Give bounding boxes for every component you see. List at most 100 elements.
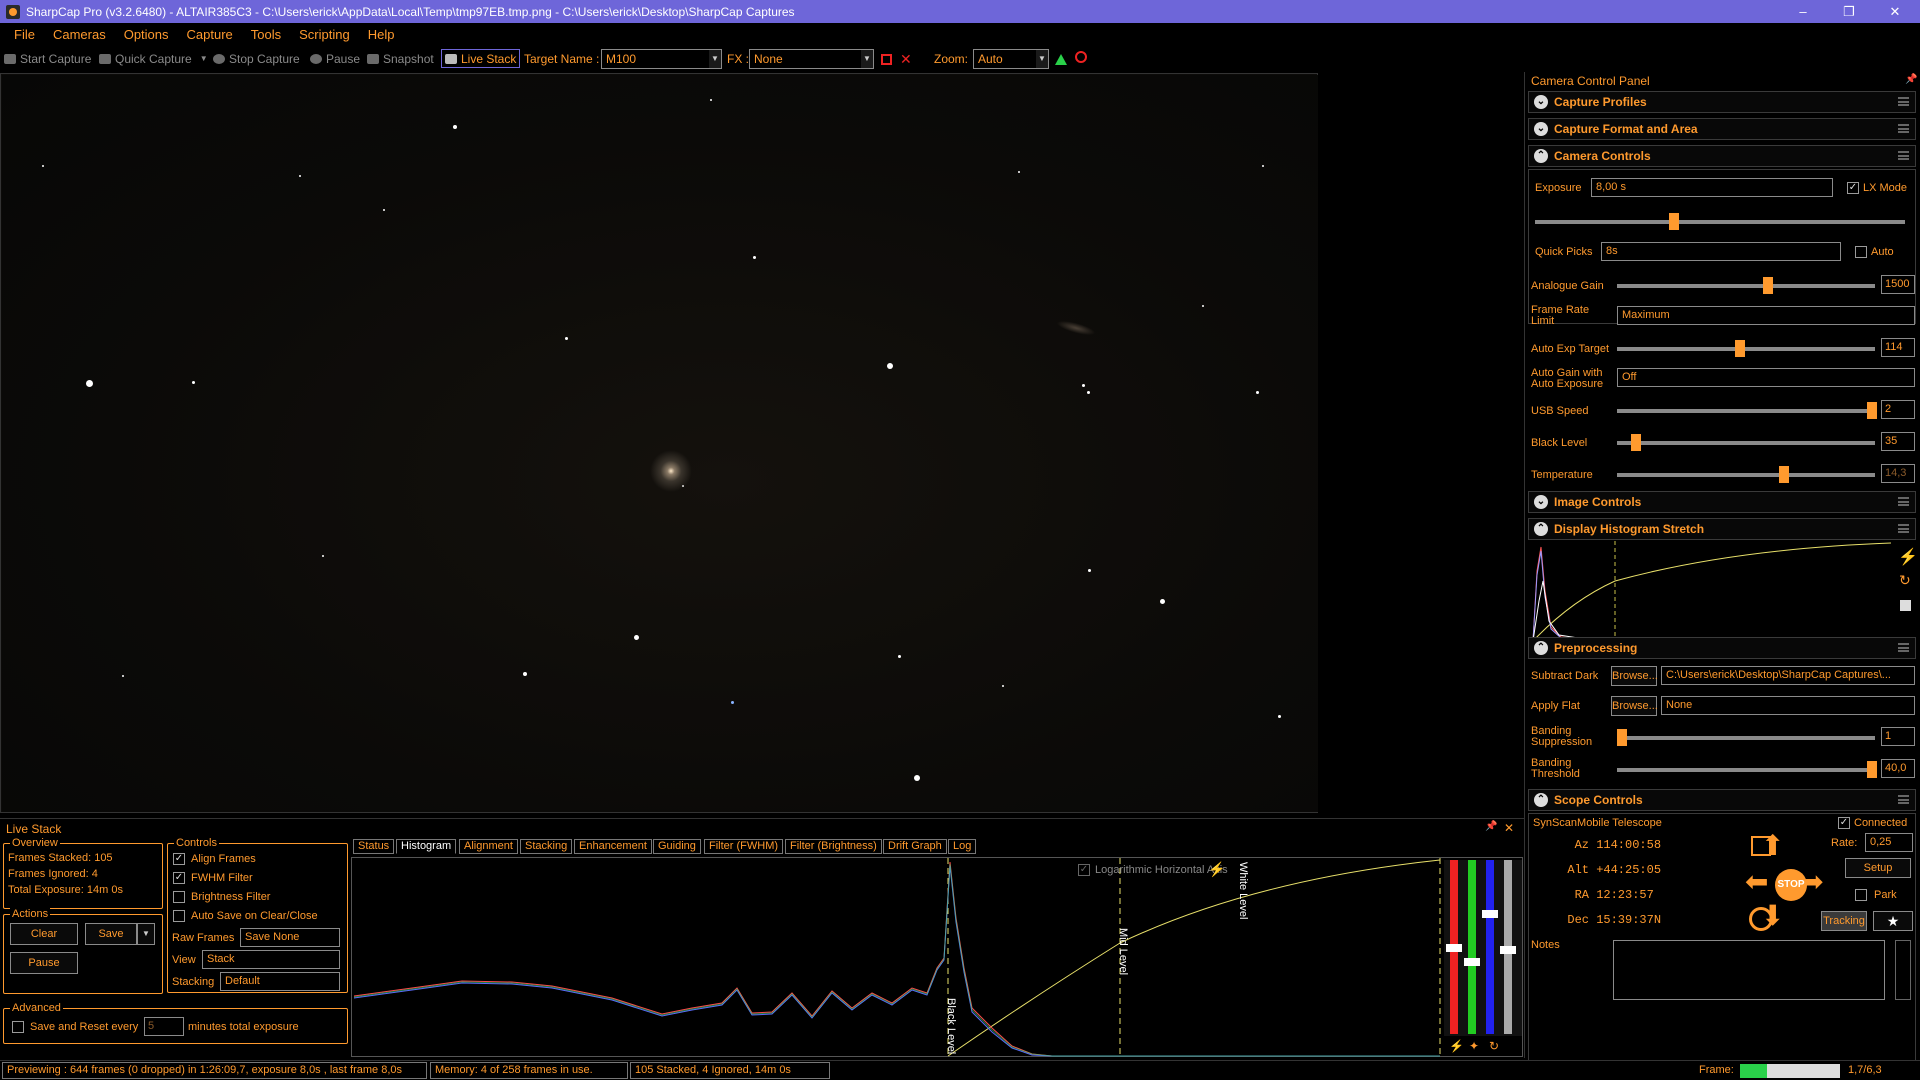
menu-icon[interactable] — [1898, 643, 1909, 652]
stacking-combo[interactable]: Default — [220, 972, 340, 991]
exposure-slider[interactable] — [1535, 213, 1905, 230]
chevron-down-icon[interactable]: ▼ — [200, 54, 208, 63]
menu-help[interactable]: Help — [368, 27, 395, 42]
image-preview[interactable] — [0, 73, 1318, 813]
chevron-down-icon[interactable]: ▼ — [861, 50, 873, 68]
tab-log[interactable]: Log — [948, 839, 977, 854]
grid-x-icon[interactable]: ✕ — [900, 51, 912, 68]
slider-thumb[interactable] — [1617, 729, 1627, 746]
save-button[interactable]: Save — [85, 923, 137, 945]
dark-path-combo[interactable]: C:\Users\erick\Desktop\SharpCap Captures… — [1661, 666, 1915, 685]
auto-exp-slider[interactable] — [1617, 340, 1875, 357]
live-stack-button[interactable]: Live Stack — [441, 49, 521, 68]
align-frames-checkbox[interactable]: ✓ — [173, 853, 185, 865]
menu-file[interactable]: File — [14, 27, 35, 42]
auto-gain-combo[interactable]: Off — [1617, 368, 1915, 387]
home-icon[interactable] — [1749, 907, 1773, 931]
image-controls-header[interactable]: ⌄ Image Controls — [1528, 491, 1916, 513]
tab-drift-graph[interactable]: Drift Graph — [883, 839, 947, 854]
chevron-down-icon[interactable]: ▼ — [1036, 50, 1048, 68]
notes-textarea[interactable] — [1613, 940, 1885, 1000]
banding-suppression-value[interactable]: 1 — [1881, 727, 1915, 746]
log-axis-checkbox[interactable]: ✓ — [1078, 864, 1090, 876]
pin-icon[interactable]: 📌 — [1485, 821, 1497, 832]
close-button[interactable]: ✕ — [1872, 0, 1918, 23]
pause-button[interactable]: Pause — [10, 952, 78, 974]
connected-checkbox[interactable]: ✓ — [1838, 817, 1850, 829]
sun-icon[interactable]: ✦ — [1469, 1039, 1479, 1053]
blue-slider-thumb[interactable] — [1482, 910, 1498, 918]
analogue-gain-value[interactable]: 1500 — [1881, 275, 1915, 294]
menu-options[interactable]: Options — [124, 27, 169, 42]
chevron-down-icon[interactable]: ▼ — [709, 50, 721, 68]
black-level-value[interactable]: 35 — [1881, 432, 1915, 451]
capture-profiles-header[interactable]: ⌄ Capture Profiles — [1528, 91, 1916, 113]
lightning-icon[interactable]: ⚡ — [1898, 547, 1918, 567]
tab-stacking[interactable]: Stacking — [520, 839, 573, 854]
menu-icon[interactable] — [1898, 97, 1909, 106]
browse-dark-button[interactable]: Browse... — [1611, 666, 1658, 686]
target-name-combo[interactable]: M100 ▼ — [601, 49, 722, 69]
start-capture-button[interactable]: Start Capture — [4, 49, 91, 68]
quick-capture-button[interactable]: Quick Capture ▼ — [99, 49, 208, 68]
auto-exposure-checkbox[interactable] — [1855, 246, 1867, 258]
red-slider-thumb[interactable] — [1446, 944, 1462, 952]
menu-capture[interactable]: Capture — [187, 27, 233, 42]
view-combo[interactable]: Stack — [202, 950, 340, 969]
setup-button[interactable]: Setup — [1845, 858, 1911, 878]
slider-thumb[interactable] — [1735, 340, 1745, 357]
tab-filter-brightness[interactable]: Filter (Brightness) — [785, 839, 882, 854]
notes-scrollbar[interactable] — [1895, 940, 1911, 1000]
fx-combo[interactable]: None ▼ — [749, 49, 874, 69]
quick-picks-combo[interactable]: 8s — [1601, 242, 1841, 261]
capture-format-header[interactable]: ⌄ Capture Format and Area — [1528, 118, 1916, 140]
lightning-icon[interactable]: ⚡ — [1449, 1039, 1464, 1053]
zoom-combo[interactable]: Auto ▼ — [973, 49, 1049, 69]
browse-flat-button[interactable]: Browse... — [1611, 696, 1658, 716]
luminance-slider-thumb[interactable] — [1500, 946, 1516, 954]
pin-icon[interactable]: 📌 — [1905, 74, 1917, 85]
banding-threshold-value[interactable]: 40,0 — [1881, 759, 1915, 778]
black-level-slider[interactable] — [1617, 434, 1875, 451]
tab-guiding[interactable]: Guiding — [653, 839, 701, 854]
tab-enhancement[interactable]: Enhancement — [574, 839, 652, 854]
flat-combo[interactable]: None — [1661, 696, 1915, 715]
brightness-filter-checkbox[interactable] — [173, 891, 185, 903]
red-square-icon[interactable] — [881, 54, 892, 65]
menu-tools[interactable]: Tools — [251, 27, 281, 42]
histogram-icon[interactable] — [1055, 54, 1067, 65]
preprocessing-header[interactable]: ⌃ Preprocessing — [1528, 637, 1916, 659]
tab-status[interactable]: Status — [353, 839, 395, 854]
tab-alignment[interactable]: Alignment — [459, 839, 518, 854]
fwhm-filter-checkbox[interactable]: ✓ — [173, 872, 185, 884]
green-level-bar[interactable] — [1468, 860, 1476, 1034]
slider-thumb[interactable] — [1867, 402, 1877, 419]
slider-thumb[interactable] — [1631, 434, 1641, 451]
reset-icon[interactable]: ↻ — [1489, 1039, 1499, 1053]
tab-filter-fwhm[interactable]: Filter (FWHM) — [704, 839, 784, 854]
menu-icon[interactable] — [1898, 124, 1909, 133]
arrow-left-icon[interactable]: ⬅ — [1745, 868, 1768, 896]
usb-speed-value[interactable]: 2 — [1881, 400, 1915, 419]
auto-exp-value[interactable]: 114 — [1881, 338, 1915, 357]
slider-thumb[interactable] — [1763, 277, 1773, 294]
save-dropdown[interactable]: ▼ — [137, 923, 155, 945]
scope-controls-header[interactable]: ⌃ Scope Controls — [1528, 789, 1916, 811]
menu-scripting[interactable]: Scripting — [299, 27, 350, 42]
menu-icon[interactable] — [1898, 151, 1909, 160]
slider-thumb[interactable] — [1867, 761, 1877, 778]
lx-mode-checkbox[interactable]: ✓ — [1847, 182, 1859, 194]
snapshot-button[interactable]: Snapshot — [367, 49, 434, 68]
minimize-button[interactable]: – — [1780, 0, 1826, 23]
tracking-button[interactable]: Tracking — [1821, 911, 1867, 931]
star-icon[interactable]: ★ — [1873, 911, 1913, 931]
banding-suppression-slider[interactable] — [1617, 729, 1875, 746]
arrow-up-icon[interactable]: ⬆ — [1761, 832, 1784, 860]
rate-combo[interactable]: 0,25 — [1865, 833, 1913, 852]
zoom-icon[interactable] — [1075, 51, 1087, 63]
save-reset-checkbox[interactable] — [12, 1021, 24, 1033]
display-histogram[interactable] — [1531, 541, 1893, 644]
analogue-gain-slider[interactable] — [1617, 277, 1875, 294]
frame-rate-combo[interactable]: Maximum — [1617, 306, 1915, 325]
banding-threshold-slider[interactable] — [1617, 761, 1877, 778]
